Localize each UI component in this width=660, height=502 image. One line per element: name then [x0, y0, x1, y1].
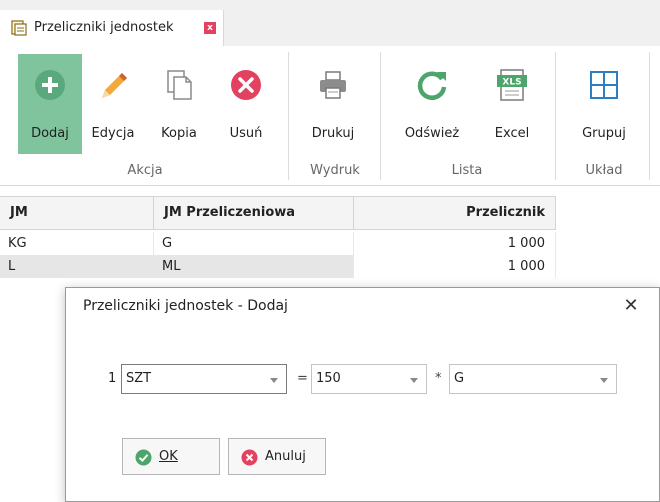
factor-combobox[interactable]: 150: [311, 364, 427, 394]
refresh-button-label: Odśwież: [404, 126, 460, 141]
document-icon: [11, 20, 27, 36]
add-button-label: Dodaj: [31, 126, 69, 141]
group-label-uklad: Układ: [585, 163, 623, 178]
add-dialog: Przeliczniki jednostek - Dodaj ✕ 1 SZT =…: [65, 287, 660, 502]
equals-sign: =: [297, 371, 308, 386]
plus-circle-icon: [35, 70, 65, 100]
cancel-button-label: Anuluj: [265, 449, 306, 464]
svg-text:XLS: XLS: [502, 78, 521, 88]
group-separator: [555, 52, 556, 180]
close-icon[interactable]: ✕: [619, 294, 643, 318]
table-row[interactable]: L ML 1 000: [0, 255, 556, 278]
group-label-akcja: Akcja: [127, 163, 163, 178]
ok-button-label: OK: [159, 449, 178, 464]
refresh-button[interactable]: Odśwież: [396, 54, 468, 154]
tab-title: Przeliczniki jednostek: [34, 20, 174, 35]
group-button-label: Grupuj: [582, 126, 626, 141]
grid-header: JM JM Przeliczeniowa Przelicznik: [0, 196, 556, 230]
column-header-jm[interactable]: JM: [0, 197, 154, 229]
delete-button[interactable]: Usuń: [216, 54, 276, 154]
print-button-label: Drukuj: [311, 126, 355, 141]
group-separator: [288, 52, 289, 180]
delete-button-label: Usuń: [229, 126, 263, 141]
cell-jm: KG: [0, 232, 154, 255]
target-unit-combobox[interactable]: G: [449, 364, 617, 394]
cell-jm-przel: ML: [154, 255, 354, 278]
unit-value: SZT: [126, 371, 152, 386]
group-button[interactable]: Grupuj: [570, 54, 638, 154]
cancel-icon: [241, 449, 258, 466]
dialog-title: Przeliczniki jednostek - Dodaj: [83, 298, 288, 314]
printer-icon: [320, 71, 346, 99]
group-icon: [590, 71, 618, 99]
group-separator: [649, 52, 650, 180]
cell-przelicznik: 1 000: [354, 255, 556, 278]
copy-button-label: Kopia: [161, 126, 197, 141]
copy-button[interactable]: Kopia: [148, 54, 210, 154]
cell-jm-przel: G: [154, 232, 354, 255]
group-label-wydruk: Wydruk: [310, 163, 360, 178]
chevron-down-icon[interactable]: [410, 378, 418, 383]
target-unit-value: G: [454, 371, 465, 386]
factor-value: 150: [316, 371, 341, 386]
cancel-button[interactable]: Anuluj: [228, 438, 326, 475]
print-button[interactable]: Drukuj: [298, 54, 368, 154]
edit-button[interactable]: Edycja: [84, 54, 142, 154]
tab-strip: Przeliczniki jednostek x: [0, 0, 660, 46]
refresh-icon: [417, 71, 447, 100]
tab-przeliczniki-jednostek[interactable]: Przeliczniki jednostek x: [0, 10, 224, 46]
cell-przelicznik: 1 000: [354, 232, 556, 255]
pencil-icon: [102, 73, 127, 98]
row-number: 1: [108, 371, 117, 386]
tab-close-button[interactable]: x: [204, 22, 216, 34]
cell-jm: L: [0, 255, 154, 278]
table-row[interactable]: KG G 1 000: [0, 232, 556, 255]
chevron-down-icon[interactable]: [270, 378, 278, 383]
times-sign: *: [435, 371, 442, 386]
ok-button[interactable]: OK: [122, 438, 220, 475]
column-header-jm-przeliczeniowa[interactable]: JM Przeliczeniowa: [154, 197, 354, 229]
excel-button-label: Excel: [494, 126, 530, 141]
checkmark-icon: [135, 449, 152, 466]
chevron-down-icon[interactable]: [600, 378, 608, 383]
ribbon: Dodaj Edycja Kopia Usuń Drukuj Odśwież X…: [0, 46, 660, 186]
excel-icon: XLS: [497, 69, 527, 101]
edit-button-label: Edycja: [91, 126, 135, 141]
column-header-przelicznik[interactable]: Przelicznik: [354, 197, 556, 229]
add-button[interactable]: Dodaj: [18, 54, 82, 154]
group-label-lista: Lista: [451, 163, 483, 178]
delete-icon: [231, 70, 261, 100]
excel-button[interactable]: XLS Excel: [482, 54, 542, 154]
group-separator: [380, 52, 381, 180]
copy-icon: [167, 70, 192, 100]
unit-combobox[interactable]: SZT: [121, 364, 287, 394]
